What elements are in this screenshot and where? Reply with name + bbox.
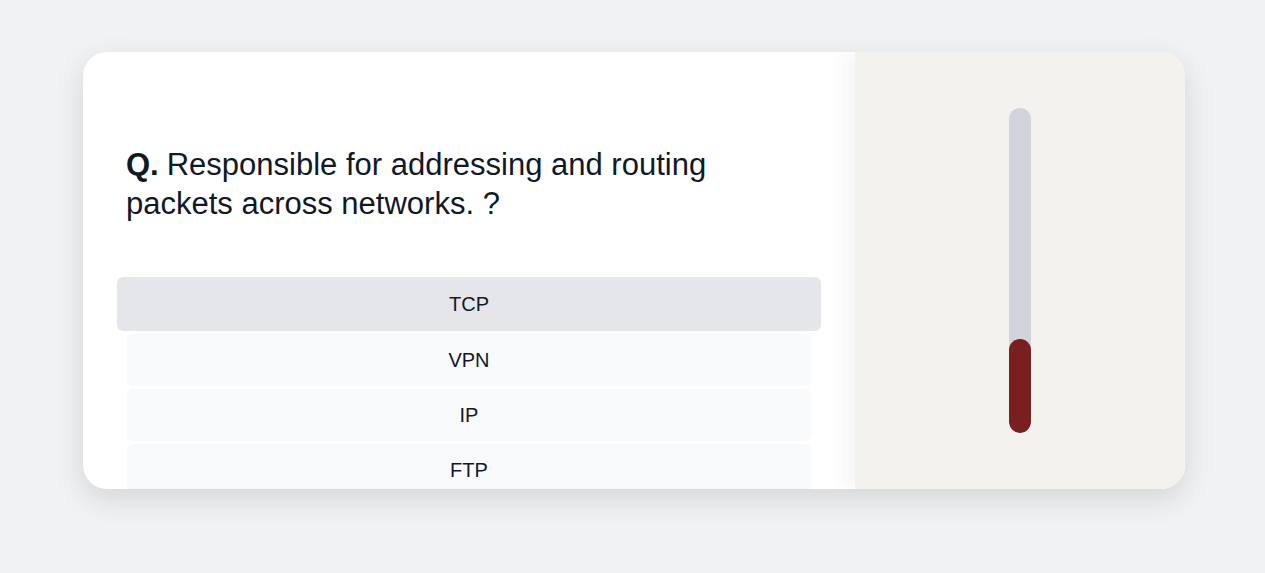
- quiz-card: Q.Responsible for addressing and routing…: [83, 52, 1185, 489]
- question-label: Q.: [126, 147, 159, 182]
- option-button[interactable]: FTP: [127, 444, 811, 489]
- options-list: TCPVPNIPFTP: [117, 277, 821, 489]
- question-text: Q.Responsible for addressing and routing…: [117, 145, 821, 223]
- page: Q.Responsible for addressing and routing…: [0, 0, 1265, 573]
- option-button[interactable]: TCP: [117, 277, 821, 331]
- question-body: Responsible for addressing and routing p…: [126, 147, 706, 221]
- question-panel: Q.Responsible for addressing and routing…: [83, 52, 855, 489]
- timer-track: [1009, 108, 1031, 433]
- timer-fill: [1009, 339, 1031, 433]
- option-button[interactable]: VPN: [127, 334, 811, 386]
- timer-panel: [855, 52, 1185, 489]
- option-button[interactable]: IP: [127, 389, 811, 441]
